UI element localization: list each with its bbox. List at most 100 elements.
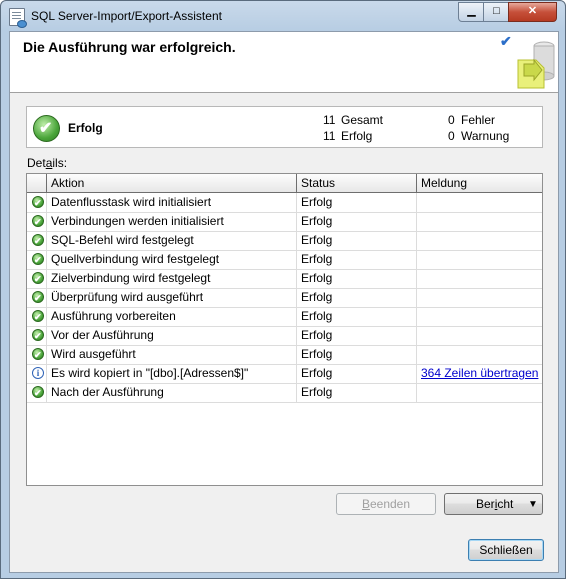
finish-button: Beenden [336, 493, 436, 515]
report-label: Bericht [476, 494, 513, 515]
success-icon [32, 194, 44, 212]
cell-message [417, 269, 542, 288]
table-row[interactable]: Wird ausgeführtErfolg [27, 345, 542, 365]
table-row[interactable]: Überprüfung wird ausgeführtErfolg [27, 288, 542, 308]
total-label: Gesamt [341, 113, 384, 127]
details-label-part: ils: [52, 156, 68, 170]
column-header-status[interactable]: Status [297, 174, 417, 192]
column-header-message[interactable]: Meldung [417, 174, 542, 192]
cell-action: Datenflusstask wird initialisiert [47, 193, 297, 212]
warning-label: Warnung [461, 129, 510, 143]
row-icon-cell [27, 345, 47, 364]
finish-label-mnemonic: B [361, 497, 370, 511]
dialog-body: Die Ausführung war erfolgreich. ✔ Erfolg… [9, 31, 559, 573]
row-icon-cell: i [27, 364, 47, 383]
success-icon [32, 308, 44, 326]
success-icon [33, 115, 60, 142]
success-icon [32, 289, 44, 307]
cell-status: Erfolg [297, 193, 417, 212]
cell-message [417, 212, 542, 231]
cell-message [417, 231, 542, 250]
cell-status: Erfolg [297, 326, 417, 345]
cell-message [417, 193, 542, 212]
error-label: Fehler [461, 113, 496, 127]
row-icon-cell [27, 383, 47, 402]
cell-action: Nach der Ausführung [47, 383, 297, 402]
cell-status: Erfolg [297, 288, 417, 307]
app-icon [9, 8, 27, 28]
table-row[interactable]: i Es wird kopiert in "[dbo].[Adressen$]" E… [27, 364, 542, 384]
table-row[interactable]: Ausführung vorbereitenErfolg [27, 307, 542, 327]
cell-message [417, 250, 542, 269]
cell-action: SQL-Befehl wird festgelegt [47, 231, 297, 250]
cell-action: Überprüfung wird ausgeführt [47, 288, 297, 307]
success-icon [32, 327, 44, 345]
cell-status: Erfolg [297, 269, 417, 288]
cell-action: Vor der Ausführung [47, 326, 297, 345]
success-label: Erfolg [341, 129, 373, 143]
cell-status: Erfolg [297, 364, 417, 383]
cell-action: Wird ausgeführt [47, 345, 297, 364]
cell-action: Es wird kopiert in "[dbo].[Adressen$]" [47, 364, 297, 383]
report-button[interactable]: Bericht ▼ [444, 493, 543, 515]
minimize-button[interactable]: ▁ [458, 2, 485, 22]
table-row[interactable]: Quellverbindung wird festgelegtErfolg [27, 250, 542, 270]
cell-action: Ausführung vorbereiten [47, 307, 297, 326]
cell-message [417, 288, 542, 307]
cell-status: Erfolg [297, 250, 417, 269]
report-label-part: cht [497, 497, 514, 511]
close-button[interactable]: Schließen [468, 539, 544, 561]
cell-action: Quellverbindung wird festgelegt [47, 250, 297, 269]
table-row[interactable]: Nach der AusführungErfolg [27, 383, 542, 403]
cell-action: Verbindungen werden initialisiert [47, 212, 297, 231]
warning-count: 0 [448, 129, 455, 143]
success-icon [32, 213, 44, 231]
table-row[interactable]: SQL-Befehl wird festgelegtErfolg [27, 231, 542, 251]
wizard-logo-icon [517, 41, 555, 89]
details-label-part: Det [27, 156, 46, 170]
info-icon: i [32, 367, 44, 379]
details-grid[interactable]: Aktion Status Meldung Datenflusstask wir… [26, 173, 543, 486]
summary-status: Erfolg [68, 121, 103, 135]
header-icon-column[interactable] [27, 174, 47, 192]
page-title: Die Ausführung war erfolgreich. [23, 39, 236, 55]
row-icon-cell [27, 212, 47, 231]
success-count: 11 [323, 129, 336, 143]
cell-status: Erfolg [297, 231, 417, 250]
table-row[interactable]: Verbindungen werden initialisiertErfolg [27, 212, 542, 232]
cell-message [417, 307, 542, 326]
report-label-part: Ber [476, 497, 495, 511]
table-row[interactable]: Vor der AusführungErfolg [27, 326, 542, 346]
column-header-action[interactable]: Aktion [47, 174, 297, 192]
row-icon-cell [27, 193, 47, 212]
success-icon [32, 346, 44, 364]
error-count: 0 [448, 113, 455, 127]
cell-status: Erfolg [297, 383, 417, 402]
success-icon [32, 384, 44, 402]
row-icon-cell [27, 231, 47, 250]
header-banner: Die Ausführung war erfolgreich. ✔ [10, 32, 558, 93]
row-icon-cell [27, 307, 47, 326]
close-window-button[interactable]: ✕ [508, 2, 557, 22]
table-row[interactable]: Datenflusstask wird initialisiertErfolg [27, 193, 542, 213]
success-icon [32, 232, 44, 250]
cell-status: Erfolg [297, 345, 417, 364]
row-icon-cell [27, 288, 47, 307]
cell-status: Erfolg [297, 307, 417, 326]
cell-action: Zielverbindung wird festgelegt [47, 269, 297, 288]
table-row[interactable]: Zielverbindung wird festgelegtErfolg [27, 269, 542, 289]
message-link[interactable]: 364 Zeilen übertragen [417, 364, 542, 383]
row-icon-cell [27, 326, 47, 345]
finish-label-part: eenden [369, 497, 411, 511]
maximize-button[interactable]: □ [483, 2, 510, 22]
row-icon-cell [27, 269, 47, 288]
cell-message [417, 345, 542, 364]
success-icon [32, 251, 44, 269]
cell-message [417, 326, 542, 345]
cell-status: Erfolg [297, 212, 417, 231]
success-icon [32, 270, 44, 288]
title-bar[interactable]: SQL Server-Import/Export-Assistent ▁ □ ✕ [1, 1, 565, 31]
dialog-window: SQL Server-Import/Export-Assistent ▁ □ ✕… [0, 0, 566, 579]
dropdown-arrow-icon: ▼ [528, 499, 538, 510]
cell-message [417, 383, 542, 402]
